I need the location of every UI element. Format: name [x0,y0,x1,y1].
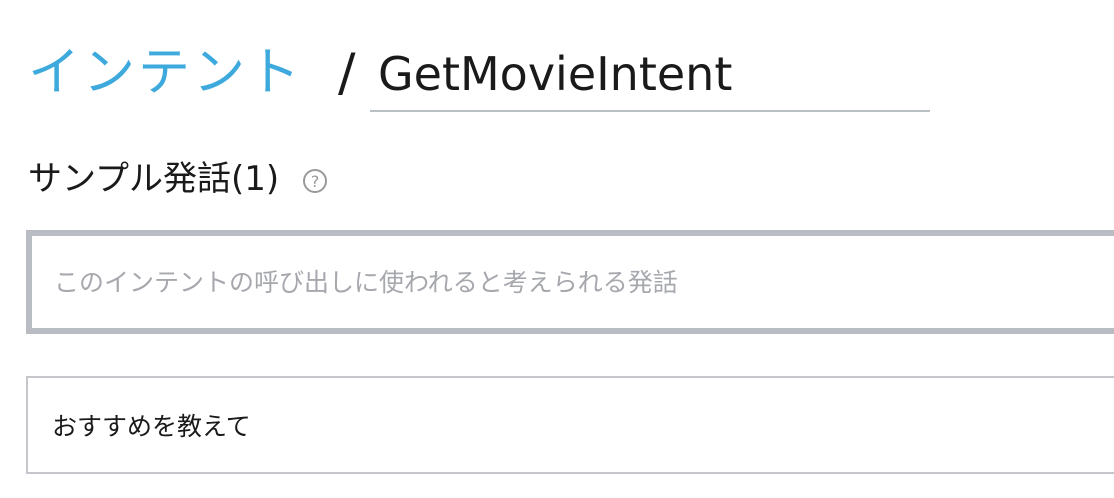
breadcrumb-separator: / [338,43,356,103]
intent-editor-page: インテント / サンプル発話(1) ? おすすめを教えて [0,0,1114,498]
breadcrumb-intents-link[interactable]: インテント [28,38,303,108]
sample-utterances-heading: サンプル発話(1) ? [28,152,328,206]
intent-name-input[interactable] [370,38,930,112]
utterance-text: おすすめを教えて [52,412,251,441]
new-utterance-input[interactable] [26,230,1114,334]
utterance-list-item[interactable]: おすすめを教えて [26,376,1114,474]
question-circle-icon[interactable]: ? [303,169,328,193]
sample-utterances-title: サンプル発話(1) [28,159,280,199]
page-title-row: インテント / [28,38,930,118]
